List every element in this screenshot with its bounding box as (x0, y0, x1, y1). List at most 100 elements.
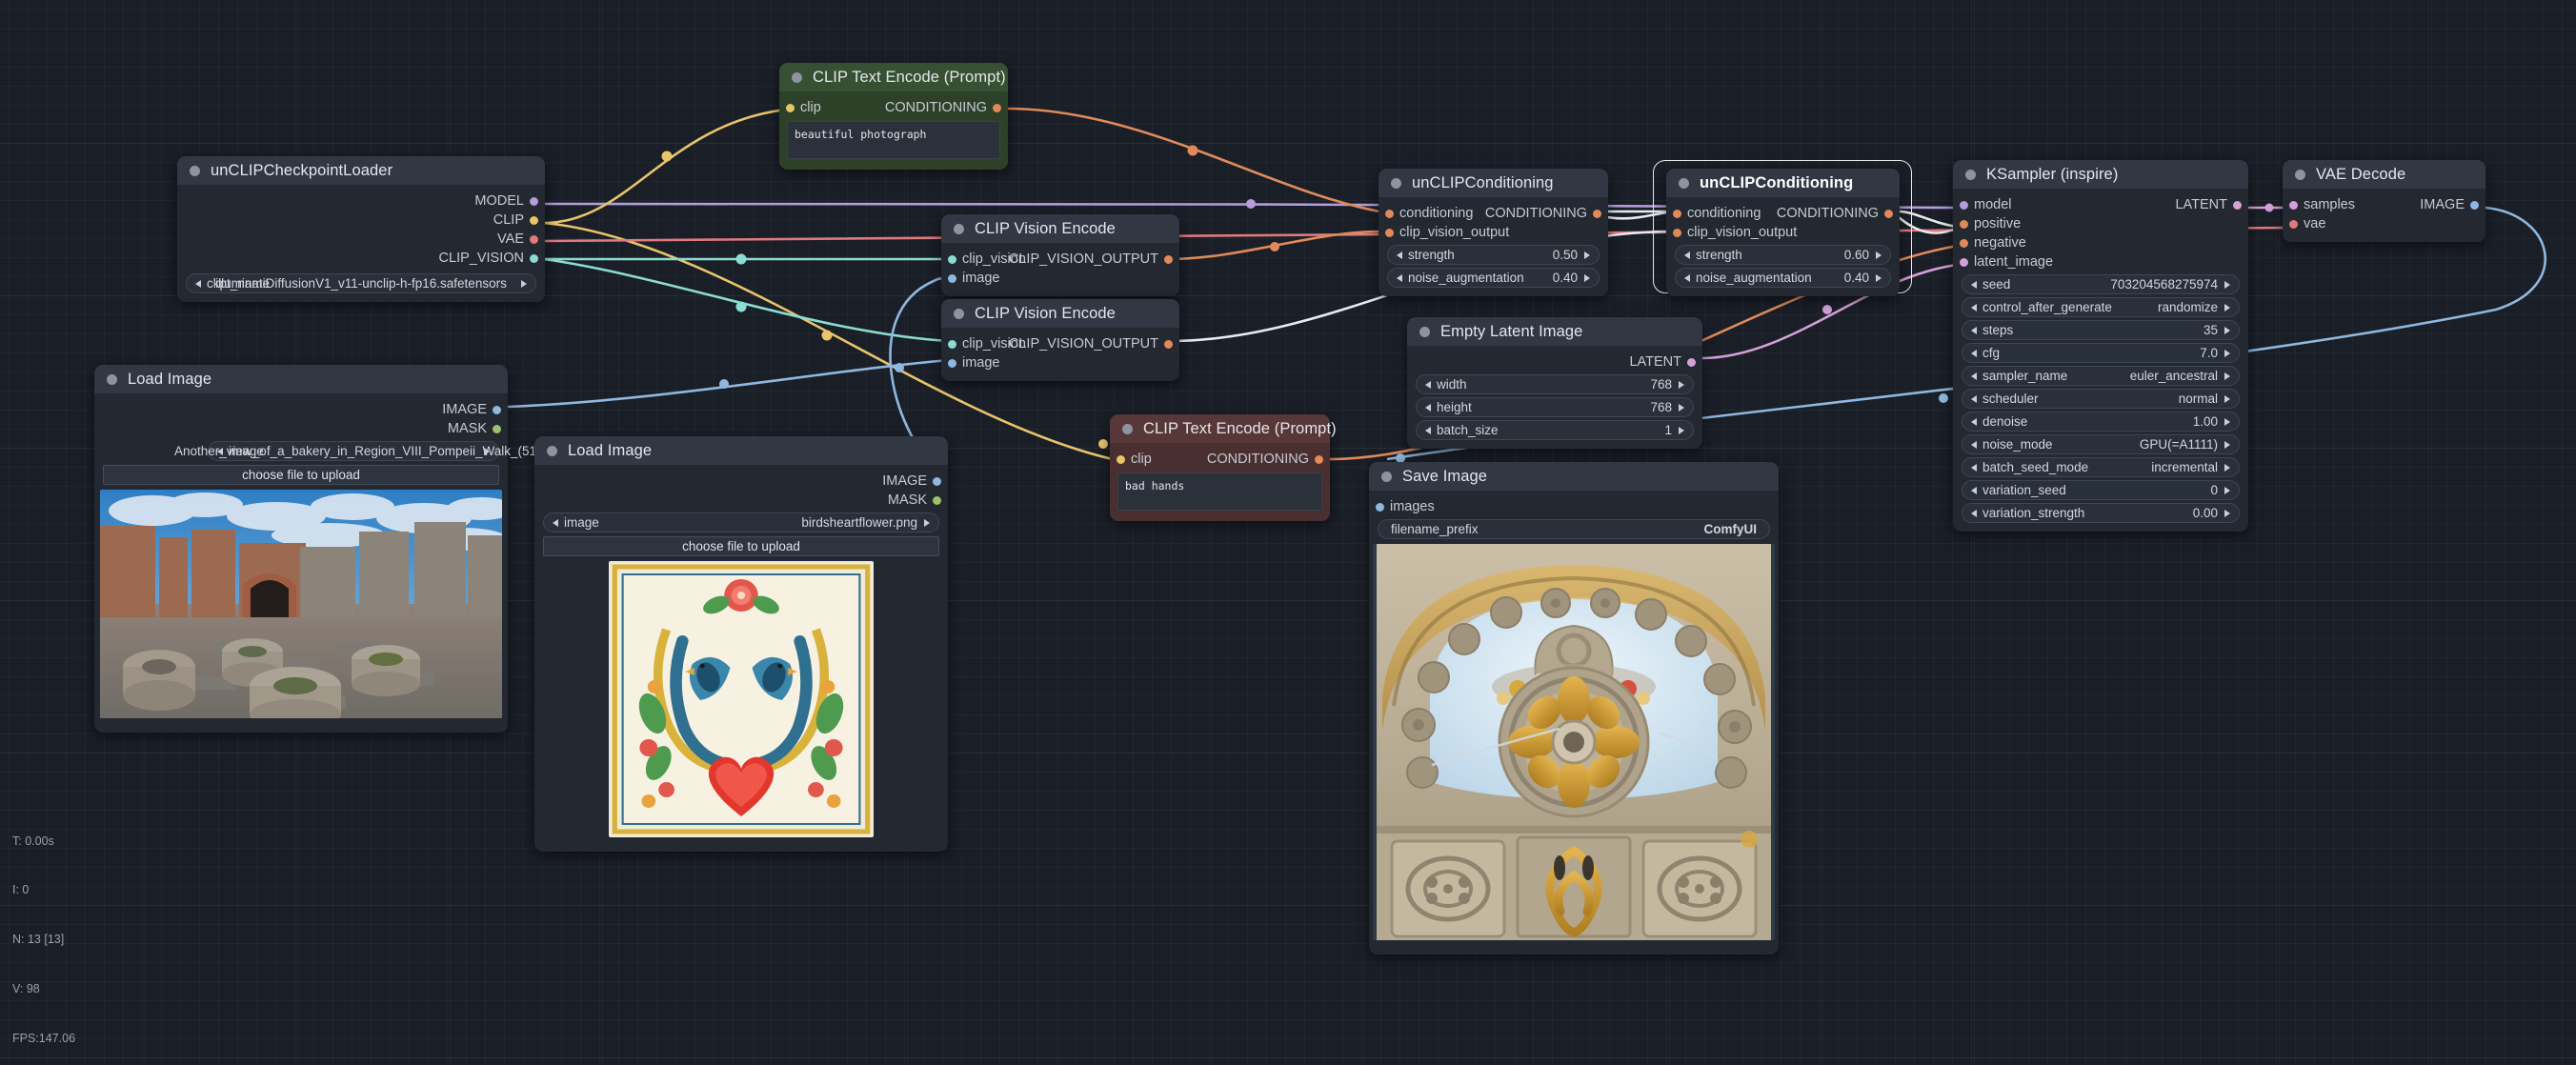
widget-batch-seed-mode[interactable]: batch_seed_mode incremental (1962, 457, 2240, 477)
prompt-textarea[interactable]: beautiful photograph (787, 121, 1000, 159)
input-slot-image[interactable]: image (941, 353, 1179, 372)
collapse-dot-icon[interactable] (792, 72, 802, 83)
node-titlebar[interactable]: Load Image (534, 436, 948, 465)
conditioning-out-port-dot[interactable] (1593, 210, 1601, 218)
widget-width[interactable]: width 768 (1416, 374, 1694, 394)
prev-arrow-icon[interactable] (1971, 487, 1977, 494)
output-slot-clip-vision[interactable]: CLIP_VISION (177, 249, 545, 268)
conditioning-in-port-dot[interactable] (1673, 210, 1681, 218)
prev-arrow-icon[interactable] (1971, 372, 1977, 380)
output-slot-model[interactable]: MODEL (177, 191, 545, 211)
node-clip-text-encode-negative[interactable]: CLIP Text Encode (Prompt) clip CONDITION… (1110, 414, 1330, 521)
latent-port-dot[interactable] (2233, 201, 2242, 210)
latent-port-dot[interactable] (1687, 358, 1696, 367)
graph-canvas[interactable]: .w { fill:none; stroke-width:2.6; } .wm{… (0, 0, 2576, 1065)
collapse-dot-icon[interactable] (2295, 170, 2305, 180)
node-titlebar[interactable]: VAE Decode (2283, 160, 2485, 189)
widget-denoise[interactable]: denoise 1.00 (1962, 412, 2240, 432)
widget-noise-augmentation[interactable]: noise_augmentation 0.40 (1675, 268, 1891, 288)
prev-arrow-icon[interactable] (553, 519, 558, 527)
collapse-dot-icon[interactable] (1679, 178, 1689, 189)
conditioning-port-dot[interactable] (993, 104, 1001, 112)
prompt-textarea[interactable]: bad hands (1117, 472, 1322, 511)
clip-vision-port-dot[interactable] (948, 340, 956, 349)
slot-row-conditioning[interactable]: conditioning CONDITIONING (1379, 204, 1608, 223)
prev-arrow-icon[interactable] (1971, 304, 1977, 311)
widget-image-combo[interactable]: image birdsheartflower.png (543, 512, 939, 532)
node-empty-latent-image[interactable]: Empty Latent Image LATENT width 768 heig… (1407, 317, 1702, 449)
widget-image-combo[interactable]: image Another_view_of_a_bakery_in_Region… (208, 441, 499, 461)
widget-height[interactable]: height 768 (1416, 397, 1694, 417)
node-titlebar[interactable]: CLIP Vision Encode (941, 214, 1179, 243)
slot-row-clip-conditioning[interactable]: clip CONDITIONING (1110, 450, 1330, 469)
node-ksampler-inspire[interactable]: KSampler (inspire) model LATENT positive… (1953, 160, 2248, 532)
node-load-image-1[interactable]: Load Image IMAGE MASK image Another_view… (94, 365, 508, 733)
input-slot-latent-image[interactable]: latent_image (1953, 252, 2248, 271)
widget-filename-prefix[interactable]: filename_prefix ComfyUI (1378, 519, 1770, 539)
output-slot-vae[interactable]: VAE (177, 230, 545, 249)
output-slot-mask[interactable]: MASK (94, 419, 508, 438)
slot-row-clipvision-output[interactable]: clip_vision CLIP_VISION_OUTPUT (941, 250, 1179, 269)
prev-arrow-icon[interactable] (1397, 274, 1402, 282)
node-unclip-conditioning-1[interactable]: unCLIPConditioning conditioning CONDITIO… (1379, 169, 1608, 296)
widget-seed[interactable]: seed 703204568275974 (1962, 274, 2240, 294)
collapse-dot-icon[interactable] (954, 224, 964, 234)
collapse-dot-icon[interactable] (1419, 327, 1430, 337)
collapse-dot-icon[interactable] (1381, 472, 1392, 482)
collapse-dot-icon[interactable] (547, 446, 557, 456)
prev-arrow-icon[interactable] (1971, 395, 1977, 403)
next-arrow-icon[interactable] (1876, 251, 1882, 259)
input-slot-clip-vision-output[interactable]: clip_vision_output (1666, 223, 1900, 242)
node-unclip-conditioning-2[interactable]: unCLIPConditioning conditioning CONDITIO… (1666, 169, 1900, 296)
collapse-dot-icon[interactable] (190, 166, 200, 176)
next-arrow-icon[interactable] (2224, 304, 2230, 311)
next-arrow-icon[interactable] (521, 280, 527, 288)
node-clip-vision-encode-2[interactable]: CLIP Vision Encode clip_vision CLIP_VISI… (941, 299, 1179, 381)
node-load-image-2[interactable]: Load Image IMAGE MASK image birdsheartfl… (534, 436, 948, 852)
prev-arrow-icon[interactable] (1971, 327, 1977, 334)
prev-arrow-icon[interactable] (1397, 251, 1402, 259)
output-slot-image[interactable]: IMAGE (534, 472, 948, 491)
choose-file-to-upload-button[interactable]: choose file to upload (103, 465, 499, 485)
conditioning-port-dot[interactable] (1315, 455, 1323, 464)
prev-arrow-icon[interactable] (1425, 404, 1431, 412)
node-clip-text-encode-positive[interactable]: CLIP Text Encode (Prompt) clip CONDITION… (779, 63, 1008, 170)
node-unclip-checkpoint-loader[interactable]: unCLIPCheckpointLoader MODEL CLIP VAE CL… (177, 156, 545, 302)
widget-strength[interactable]: strength 0.60 (1675, 245, 1891, 265)
widget-variation-strength[interactable]: variation_strength 0.00 (1962, 503, 2240, 523)
next-arrow-icon[interactable] (1584, 251, 1590, 259)
next-arrow-icon[interactable] (2224, 464, 2230, 472)
prev-arrow-icon[interactable] (1971, 350, 1977, 357)
next-arrow-icon[interactable] (484, 448, 490, 455)
image-port-dot[interactable] (933, 477, 941, 486)
positive-port-dot[interactable] (1960, 220, 1968, 229)
mask-port-dot[interactable] (933, 496, 941, 505)
collapse-dot-icon[interactable] (1122, 424, 1133, 434)
widget-scheduler[interactable]: scheduler normal (1962, 389, 2240, 409)
model-port-dot[interactable] (530, 197, 538, 206)
next-arrow-icon[interactable] (924, 519, 930, 527)
next-arrow-icon[interactable] (2224, 350, 2230, 357)
prev-arrow-icon[interactable] (1971, 464, 1977, 472)
input-slot-images[interactable]: images (1369, 497, 1779, 516)
node-titlebar[interactable]: unCLIPCheckpointLoader (177, 156, 545, 185)
next-arrow-icon[interactable] (2224, 395, 2230, 403)
prev-arrow-icon[interactable] (1684, 251, 1690, 259)
widget-ckpt-name[interactable]: ckpt_name illuminatiDiffusionV1_v11-uncl… (186, 273, 536, 293)
output-image-preview[interactable] (1373, 544, 1775, 940)
widget-batch-size[interactable]: batch_size 1 (1416, 420, 1694, 440)
prev-arrow-icon[interactable] (1971, 441, 1977, 449)
widget-sampler-name[interactable]: sampler_name euler_ancestral (1962, 366, 2240, 386)
collapse-dot-icon[interactable] (1391, 178, 1401, 189)
next-arrow-icon[interactable] (2224, 281, 2230, 289)
image-preview[interactable] (609, 561, 874, 837)
input-slot-vae[interactable]: vae (2283, 214, 2485, 233)
prev-arrow-icon[interactable] (1425, 381, 1431, 389)
widget-variation-seed[interactable]: variation_seed 0 (1962, 480, 2240, 500)
input-slot-image[interactable]: image (941, 269, 1179, 288)
node-titlebar[interactable]: CLIP Text Encode (Prompt) (779, 63, 1008, 91)
slot-row-clip-conditioning[interactable]: clip CONDITIONING (779, 98, 1008, 117)
output-slot-latent[interactable]: LATENT (1407, 352, 1702, 372)
input-slot-positive[interactable]: positive (1953, 214, 2248, 233)
node-titlebar[interactable]: unCLIPConditioning (1666, 169, 1900, 197)
